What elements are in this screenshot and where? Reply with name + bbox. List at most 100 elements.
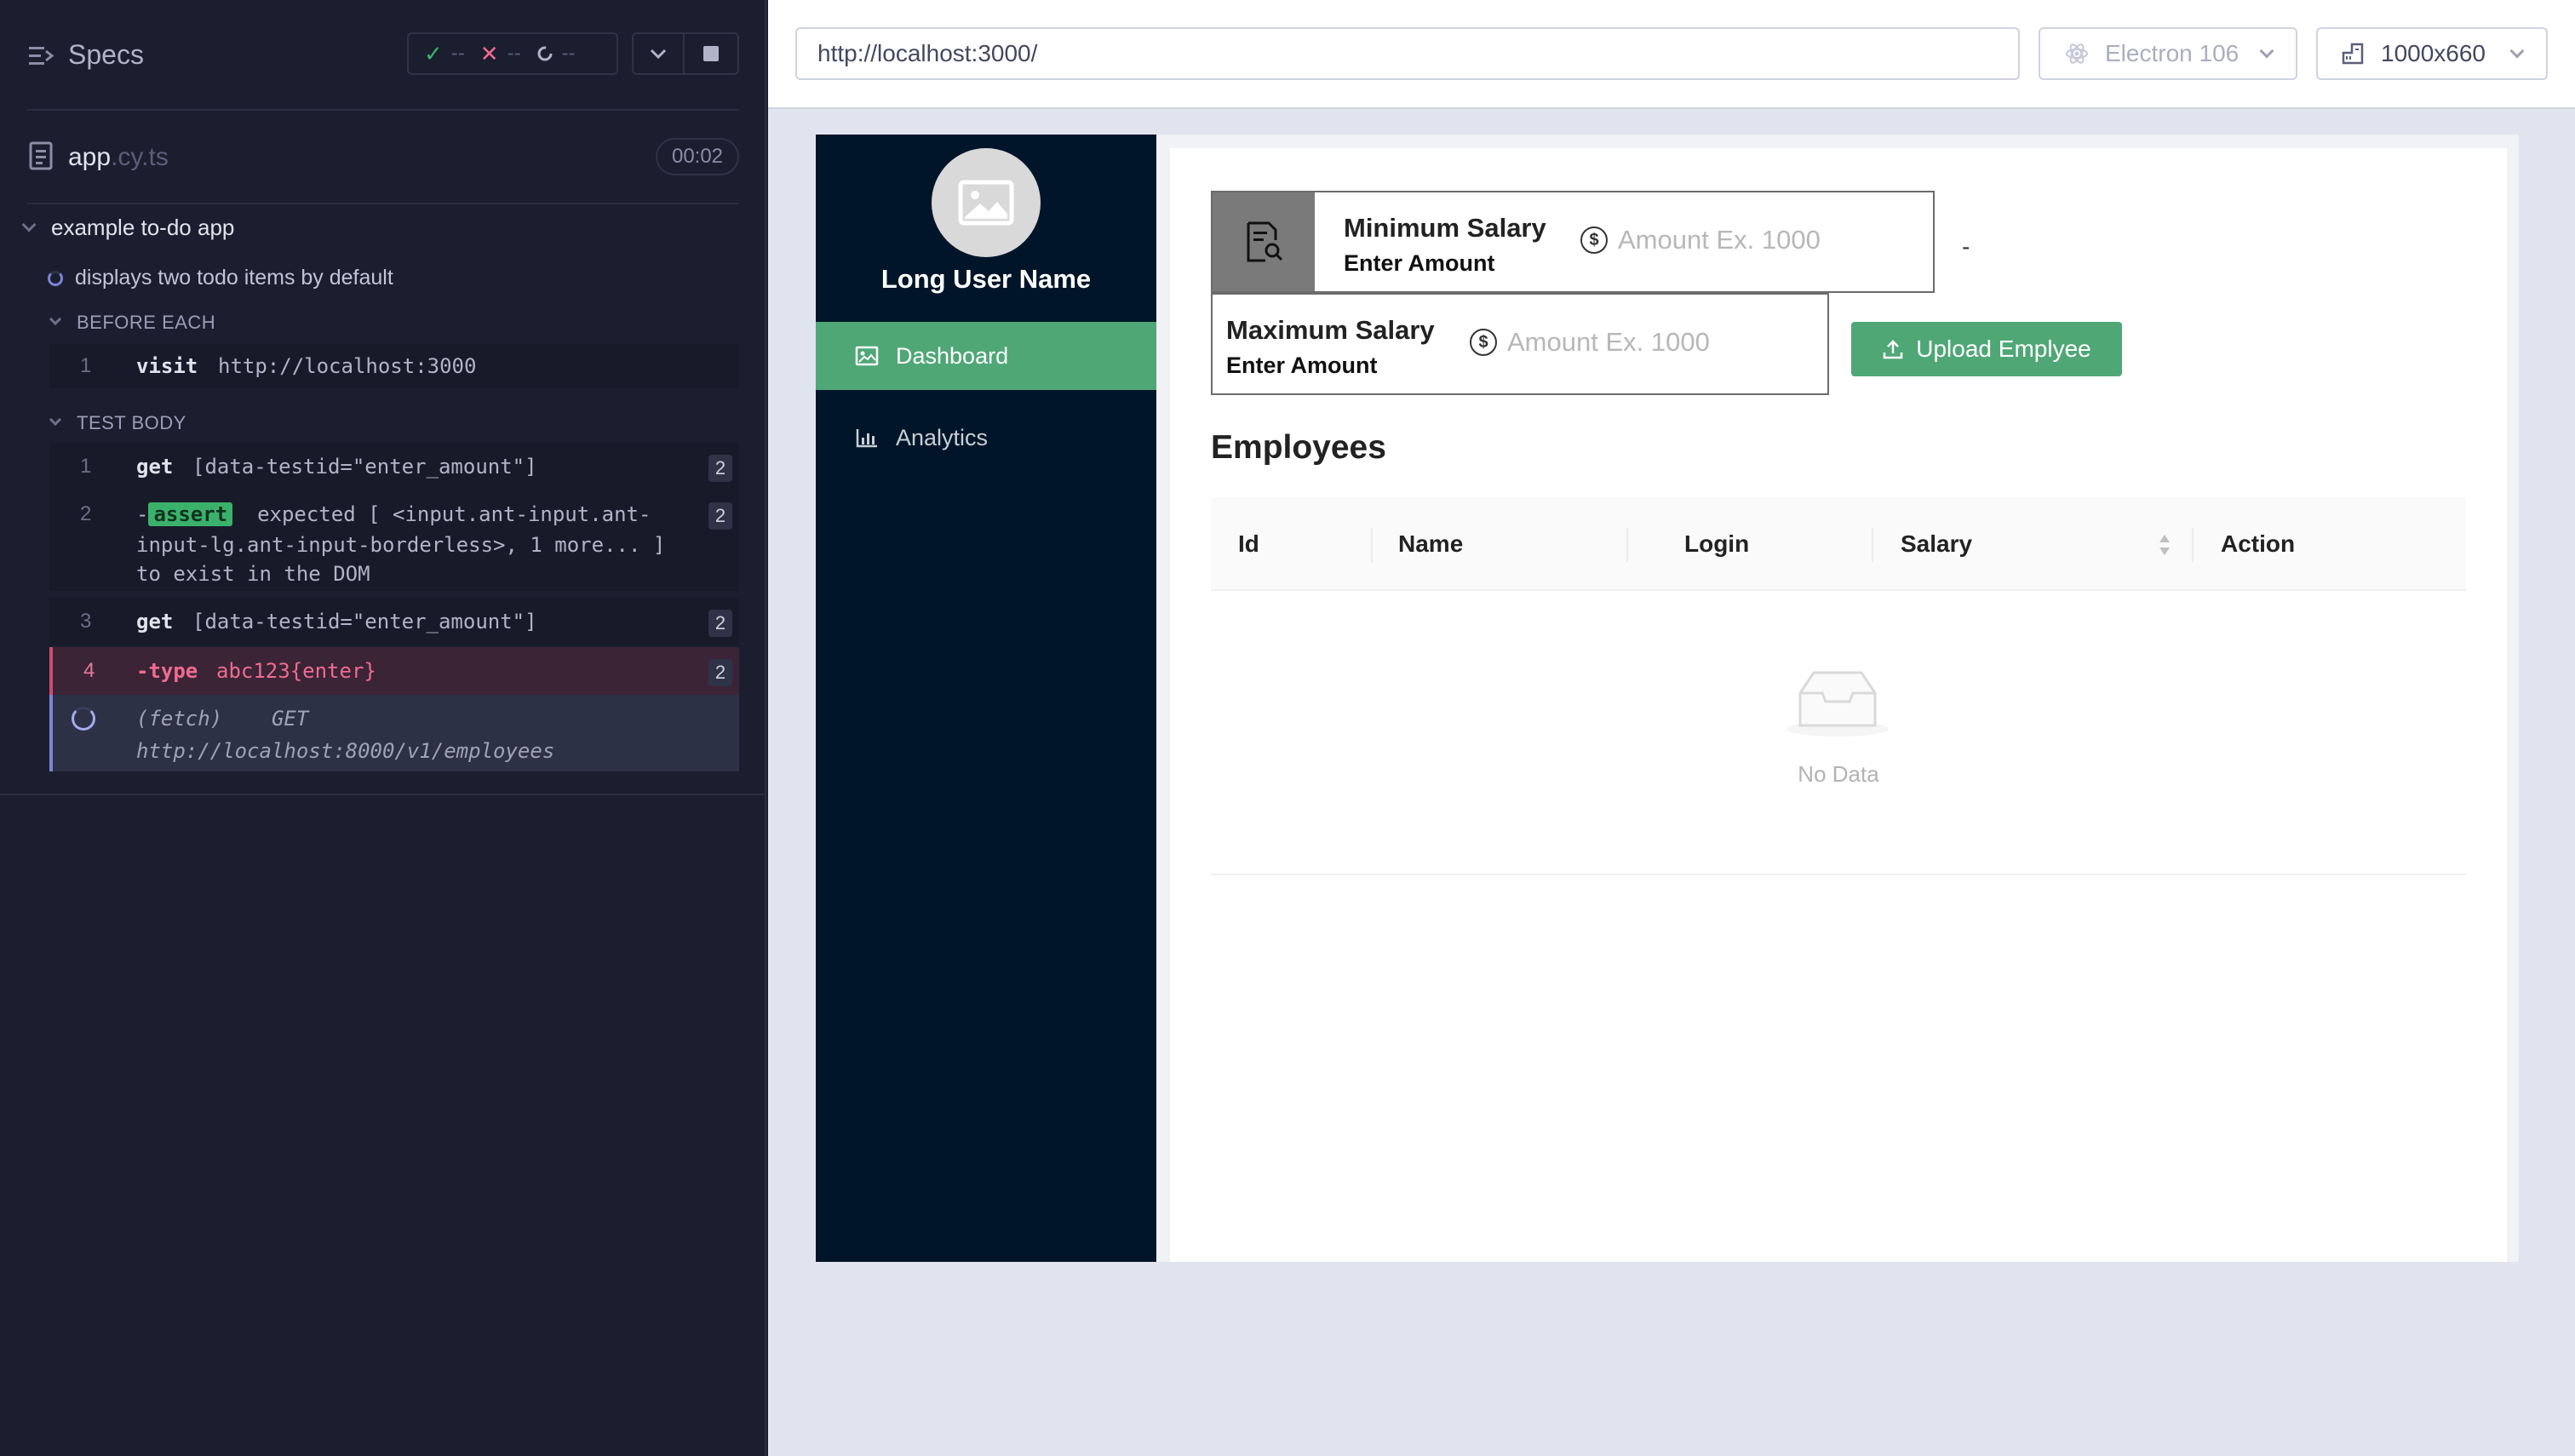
command-row[interactable]: 1 get [data-testid="enter_amount"] 2	[49, 443, 739, 490]
passed-count: --	[450, 42, 465, 65]
chevron-down-icon	[2259, 43, 2274, 59]
sort-icon[interactable]	[2158, 533, 2171, 557]
column-action: Action	[2221, 530, 2296, 557]
element-count-badge: 2	[708, 502, 732, 530]
divider	[0, 794, 766, 795]
fetch-log-row[interactable]: (fetch) GET http://localhost:8000/v1/emp…	[49, 695, 739, 771]
before-each-hook[interactable]: BEFORE EACH	[49, 312, 216, 334]
ruler-icon	[2342, 43, 2364, 65]
menu-label: Dashboard	[896, 342, 1009, 369]
test-title[interactable]: displays two todo items by default	[48, 266, 393, 290]
command-row-failed[interactable]: 4 -type abc123{enter} 2	[49, 647, 739, 695]
specs-title[interactable]: Specs	[68, 39, 144, 71]
toggle-auto-scroll-button[interactable]	[632, 32, 685, 75]
browser-label: Electron 106	[2105, 40, 2240, 66]
chevron-down-icon	[49, 413, 62, 427]
command-row[interactable]: 1 visit http://localhost:3000	[49, 344, 739, 388]
assert-message-3: to exist in the DOM	[136, 562, 370, 586]
command-message: [data-testid="enter_amount"]	[192, 455, 537, 479]
spec-file-row[interactable]: app.cy.ts 00:02	[0, 128, 766, 187]
electron-icon	[2066, 43, 2088, 64]
element-count-badge: 2	[708, 610, 732, 637]
range-separator: -	[1962, 233, 1970, 260]
assert-tag: assert	[148, 502, 233, 526]
check-icon: ✓	[424, 40, 443, 66]
element-count-badge: 2	[708, 455, 732, 482]
preview-area: http://localhost:3000/ Electron 106 1000…	[768, 0, 2575, 1456]
pending-spinner-icon	[537, 46, 553, 61]
fetch-url: http://localhost:8000/v1/employees	[136, 739, 555, 763]
command-row[interactable]: 3 get [data-testid="enter_amount"] 2	[49, 598, 739, 645]
command-number: 1	[80, 455, 92, 478]
command-number: 3	[80, 610, 92, 633]
image-placeholder-icon	[958, 180, 1014, 226]
chevron-down-icon	[49, 312, 62, 326]
command-message: abc123{enter}	[216, 659, 376, 683]
picture-icon	[855, 346, 879, 366]
column-separator	[1371, 528, 1373, 562]
column-separator	[2192, 528, 2194, 562]
column-separator	[1872, 528, 1873, 562]
specs-header: Specs ✓ -- ✕ -- --	[0, 0, 766, 111]
pending-count: --	[561, 42, 576, 65]
spec-file-name: app.cy.ts	[68, 143, 169, 172]
employees-title: Employees	[1211, 429, 1386, 466]
failed-stat: ✕ --	[480, 41, 521, 67]
specs-list-icon[interactable]	[29, 44, 54, 68]
spec-file-ext: .cy.ts	[111, 143, 169, 171]
min-salary-input[interactable]: $ Amount Ex. 1000	[1580, 225, 1821, 255]
column-login: Login	[1684, 530, 1750, 557]
runner-panel: Specs ✓ -- ✕ -- -- app.cy.ts 00:02 examp…	[0, 0, 766, 1456]
user-name: Long User Name	[880, 264, 1092, 294]
run-timer: 00:02	[656, 138, 739, 175]
upload-label: Upload Emplyee	[1916, 335, 2091, 362]
bar-chart-icon	[856, 429, 877, 448]
dollar-icon: $	[1470, 329, 1497, 356]
hook-label: BEFORE EACH	[77, 312, 216, 333]
document-icon	[29, 141, 53, 170]
url-field[interactable]: http://localhost:3000/	[795, 27, 2020, 80]
test-body-hook[interactable]: TEST BODY	[49, 412, 186, 434]
menu-item-dashboard[interactable]: Dashboard	[816, 322, 1156, 390]
menu-item-analytics[interactable]: Analytics	[816, 404, 1156, 472]
menu-label: Analytics	[896, 424, 989, 450]
failed-count: --	[507, 42, 521, 65]
command-message: [data-testid="enter_amount"]	[192, 610, 537, 633]
command-name: -type	[136, 659, 198, 683]
min-salary-card: Minimum Salary Enter Amount $ Amount Ex.…	[1211, 191, 1935, 293]
assert-prefix: -	[136, 502, 149, 526]
empty-text: No Data	[1798, 761, 1879, 787]
pending-stat: --	[536, 42, 576, 66]
upload-employee-button[interactable]: Upload Emplyee	[1851, 322, 2122, 376]
empty-inbox-icon	[1786, 671, 1889, 737]
command-number: 1	[80, 354, 92, 377]
command-name: visit	[136, 354, 198, 378]
test-stats: ✓ -- ✕ -- --	[407, 32, 618, 75]
column-separator	[1626, 528, 1628, 562]
stop-icon	[703, 46, 719, 61]
test-label: displays two todo items by default	[75, 266, 393, 289]
document-search-icon	[1247, 221, 1283, 262]
max-salary-input[interactable]: $ Amount Ex. 1000	[1470, 327, 1710, 358]
viewport-select[interactable]: 1000x660	[2316, 27, 2548, 80]
employees-table-header: Id Name Login Salary Action	[1211, 497, 2466, 591]
command-row-assert[interactable]: 2 - assert expected [ <input.ant-input.an…	[49, 490, 739, 591]
upload-icon	[1884, 340, 1903, 359]
assert-message-1: expected [ <input.ant-input.ant-	[257, 502, 651, 526]
running-spinner-icon	[48, 270, 63, 286]
assert-line-1: - assert expected [ <input.ant-input.ant-	[136, 502, 651, 526]
command-name: get	[136, 455, 174, 479]
cross-icon: ✕	[479, 40, 499, 66]
browser-select[interactable]: Electron 106	[2039, 27, 2297, 80]
suite-label: example to-do app	[51, 215, 235, 240]
salary-icon-cell	[1213, 192, 1315, 291]
chevron-down-icon	[650, 49, 667, 60]
spec-file-basename: app	[68, 143, 112, 171]
suite-title[interactable]: example to-do app	[21, 215, 235, 241]
stop-button[interactable]	[685, 32, 739, 75]
max-salary-card: Maximum Salary Enter Amount $ Amount Ex.…	[1211, 293, 1829, 395]
column-salary[interactable]: Salary	[1901, 497, 1972, 591]
dollar-icon: $	[1580, 226, 1608, 254]
hook-label: TEST BODY	[77, 412, 186, 433]
chevron-down-icon	[2509, 43, 2525, 59]
